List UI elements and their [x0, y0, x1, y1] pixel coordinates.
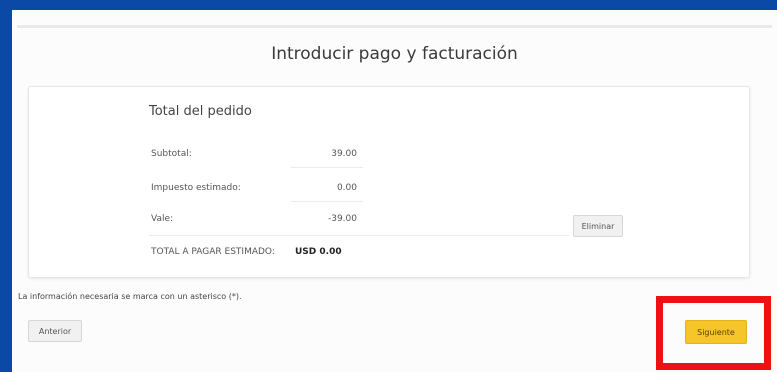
order-summary-card: Total del pedido Subtotal: 39.00 Impuest… — [28, 86, 750, 278]
total-divider — [149, 235, 569, 236]
estimated-tax-label: Impuesto estimado: — [151, 183, 241, 193]
remove-voucher-button[interactable]: Eliminar — [573, 215, 623, 237]
top-divider — [17, 25, 772, 28]
required-fields-note: La información necesaria se marca con un… — [18, 292, 242, 301]
back-button[interactable]: Anterior — [28, 320, 82, 342]
order-total-heading: Total del pedido — [149, 104, 252, 119]
subtotal-label: Subtotal: — [151, 149, 192, 159]
estimated-total-label: TOTAL A PAGAR ESTIMADO: — [151, 247, 275, 257]
estimated-tax-value: 0.00 — [336, 183, 357, 193]
page-title: Introducir pago y facturación — [271, 44, 518, 64]
estimated-total-value: USD 0.00 — [295, 247, 342, 257]
highlight-box — [656, 296, 771, 370]
subtotal-value: 39.00 — [331, 149, 357, 159]
row-divider — [291, 201, 363, 202]
voucher-value: -39.00 — [327, 214, 357, 224]
voucher-label: Vale: — [151, 214, 174, 224]
row-divider — [291, 167, 363, 168]
checkout-page: Introducir pago y facturación Total del … — [12, 10, 777, 372]
